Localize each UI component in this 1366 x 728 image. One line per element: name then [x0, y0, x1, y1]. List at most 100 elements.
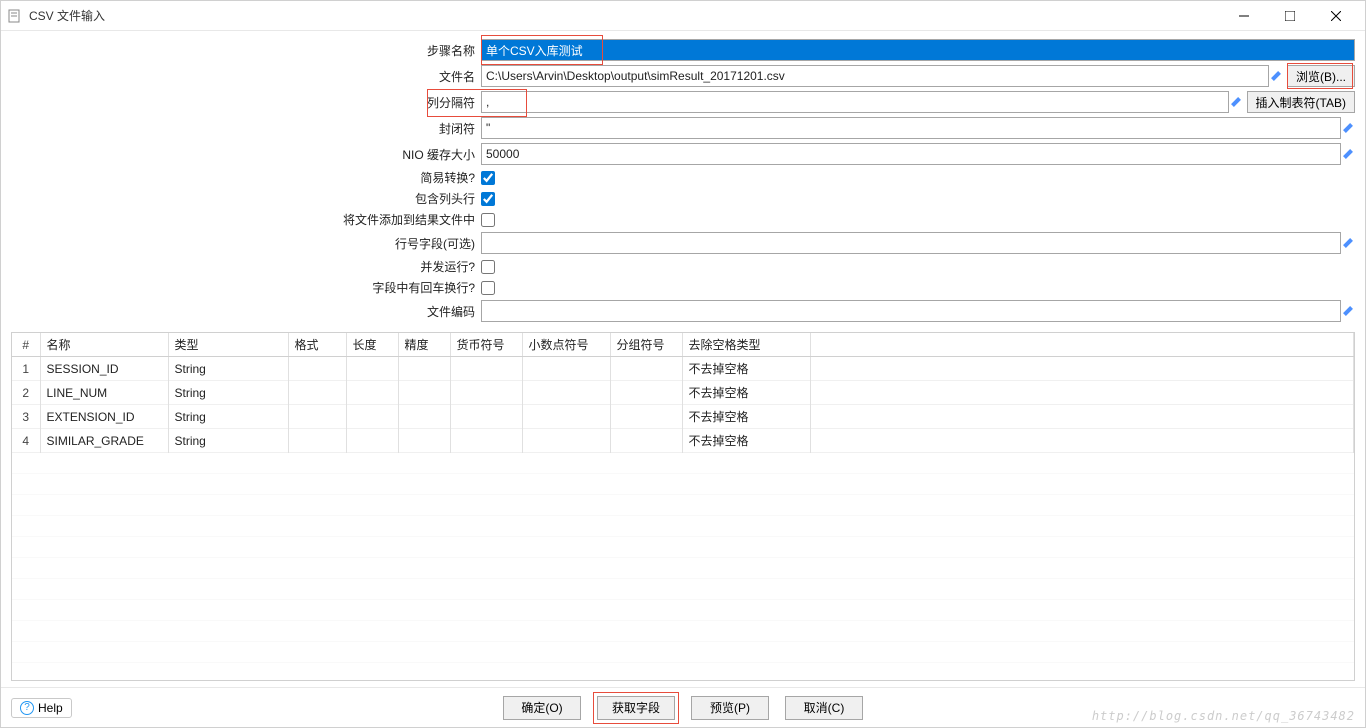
cell-precision[interactable]	[398, 405, 450, 429]
row-enclosure: 封闭符	[11, 117, 1355, 139]
cell-precision[interactable]	[398, 381, 450, 405]
cell-grouping[interactable]	[610, 429, 682, 453]
cell-name[interactable]: LINE_NUM	[40, 381, 168, 405]
cell-length[interactable]	[346, 381, 398, 405]
th-format[interactable]: 格式	[288, 333, 346, 357]
add-to-result-checkbox[interactable]	[481, 213, 495, 227]
cell-decimal[interactable]	[522, 381, 610, 405]
cell-trim[interactable]: 不去掉空格	[682, 429, 810, 453]
minimize-button[interactable]	[1221, 2, 1267, 30]
cell-spacer	[810, 381, 1354, 405]
cell-type[interactable]: String	[168, 357, 288, 381]
cell-type[interactable]: String	[168, 381, 288, 405]
variable-icon[interactable]	[1341, 300, 1355, 322]
maximize-button[interactable]	[1267, 2, 1313, 30]
help-label: Help	[38, 701, 63, 715]
cell-trim[interactable]: 不去掉空格	[682, 381, 810, 405]
cell-name[interactable]: SESSION_ID	[40, 357, 168, 381]
variable-icon[interactable]	[1341, 117, 1355, 139]
preview-button[interactable]: 预览(P)	[691, 696, 769, 720]
th-name[interactable]: 名称	[40, 333, 168, 357]
app-icon	[7, 8, 23, 24]
fields-table[interactable]: # 名称 类型 格式 长度 精度 货币符号 小数点符号 分组符号 去除空格类型 …	[12, 333, 1354, 453]
variable-icon[interactable]	[1269, 65, 1283, 87]
variable-icon[interactable]	[1341, 143, 1355, 165]
label-simple-convert: 简易转换?	[11, 169, 481, 186]
cell-name[interactable]: SIMILAR_GRADE	[40, 429, 168, 453]
help-icon: ?	[20, 701, 34, 715]
th-type[interactable]: 类型	[168, 333, 288, 357]
cell-spacer	[810, 429, 1354, 453]
cell-precision[interactable]	[398, 429, 450, 453]
row-simple-convert: 简易转换?	[11, 169, 1355, 186]
enclosure-input[interactable]	[481, 117, 1341, 139]
cell-trim[interactable]: 不去掉空格	[682, 405, 810, 429]
cell-grouping[interactable]	[610, 381, 682, 405]
cell-grouping[interactable]	[610, 405, 682, 429]
bottom-bar: ? Help 确定(O) 获取字段 预览(P) 取消(C) http://blo…	[1, 687, 1365, 727]
label-delimiter: 列分隔符	[11, 94, 481, 111]
row-file-name: 文件名 浏览(B)...	[11, 65, 1355, 87]
cell-currency[interactable]	[450, 357, 522, 381]
has-crlf-checkbox[interactable]	[481, 281, 495, 295]
get-fields-button[interactable]: 获取字段	[597, 696, 675, 720]
cell-format[interactable]	[288, 405, 346, 429]
th-length[interactable]: 长度	[346, 333, 398, 357]
cell-length[interactable]	[346, 405, 398, 429]
cell-idx: 3	[12, 405, 40, 429]
label-include-header: 包含列头行	[11, 190, 481, 207]
nio-buffer-input[interactable]	[481, 143, 1341, 165]
th-currency[interactable]: 货币符号	[450, 333, 522, 357]
cell-name[interactable]: EXTENSION_ID	[40, 405, 168, 429]
table-row[interactable]: 1SESSION_IDString不去掉空格	[12, 357, 1354, 381]
simple-convert-checkbox[interactable]	[481, 171, 495, 185]
cell-currency[interactable]	[450, 405, 522, 429]
delimiter-input[interactable]	[481, 91, 1229, 113]
browse-button[interactable]: 浏览(B)...	[1287, 65, 1355, 87]
cell-grouping[interactable]	[610, 357, 682, 381]
table-row[interactable]: 4SIMILAR_GRADEString 不去掉空格	[12, 429, 1354, 453]
th-trim[interactable]: 去除空格类型	[682, 333, 810, 357]
cell-precision[interactable]	[398, 357, 450, 381]
cell-idx: 2	[12, 381, 40, 405]
close-button[interactable]	[1313, 2, 1359, 30]
file-name-input[interactable]	[481, 65, 1269, 87]
cell-decimal[interactable]	[522, 357, 610, 381]
cell-length[interactable]	[346, 429, 398, 453]
cell-currency[interactable]	[450, 429, 522, 453]
label-file-name: 文件名	[11, 68, 481, 85]
th-precision[interactable]: 精度	[398, 333, 450, 357]
row-has-crlf: 字段中有回车换行?	[11, 279, 1355, 296]
cell-trim[interactable]: 不去掉空格	[682, 357, 810, 381]
row-file-encoding: 文件编码	[11, 300, 1355, 322]
cell-decimal[interactable]	[522, 429, 610, 453]
variable-icon[interactable]	[1341, 232, 1355, 254]
variable-icon[interactable]	[1229, 91, 1243, 113]
cell-decimal[interactable]	[522, 405, 610, 429]
row-num-field-input[interactable]	[481, 232, 1341, 254]
row-nio-buffer: NIO 缓存大小	[11, 143, 1355, 165]
file-encoding-select[interactable]	[481, 300, 1341, 322]
table-row[interactable]: 3EXTENSION_IDString 不去掉空格	[12, 405, 1354, 429]
cell-type[interactable]: String	[168, 405, 288, 429]
cell-format[interactable]	[288, 381, 346, 405]
cell-format[interactable]	[288, 429, 346, 453]
table-row[interactable]: 2LINE_NUMString 不去掉空格	[12, 381, 1354, 405]
ok-button[interactable]: 确定(O)	[503, 696, 581, 720]
cell-type[interactable]: String	[168, 429, 288, 453]
insert-tab-button[interactable]: 插入制表符(TAB)	[1247, 91, 1355, 113]
parallel-run-checkbox[interactable]	[481, 260, 495, 274]
th-grouping[interactable]: 分组符号	[610, 333, 682, 357]
include-header-checkbox[interactable]	[481, 192, 495, 206]
help-button[interactable]: ? Help	[11, 698, 72, 718]
row-parallel-run: 并发运行?	[11, 258, 1355, 275]
cancel-button[interactable]: 取消(C)	[785, 696, 863, 720]
step-name-input[interactable]	[481, 39, 1355, 61]
cell-spacer	[810, 357, 1354, 381]
cell-format[interactable]	[288, 357, 346, 381]
csv-input-dialog: CSV 文件输入 步骤名称 文件名 浏览(B)...	[0, 0, 1366, 728]
cell-currency[interactable]	[450, 381, 522, 405]
cell-length[interactable]	[346, 357, 398, 381]
cell-idx: 4	[12, 429, 40, 453]
th-decimal[interactable]: 小数点符号	[522, 333, 610, 357]
